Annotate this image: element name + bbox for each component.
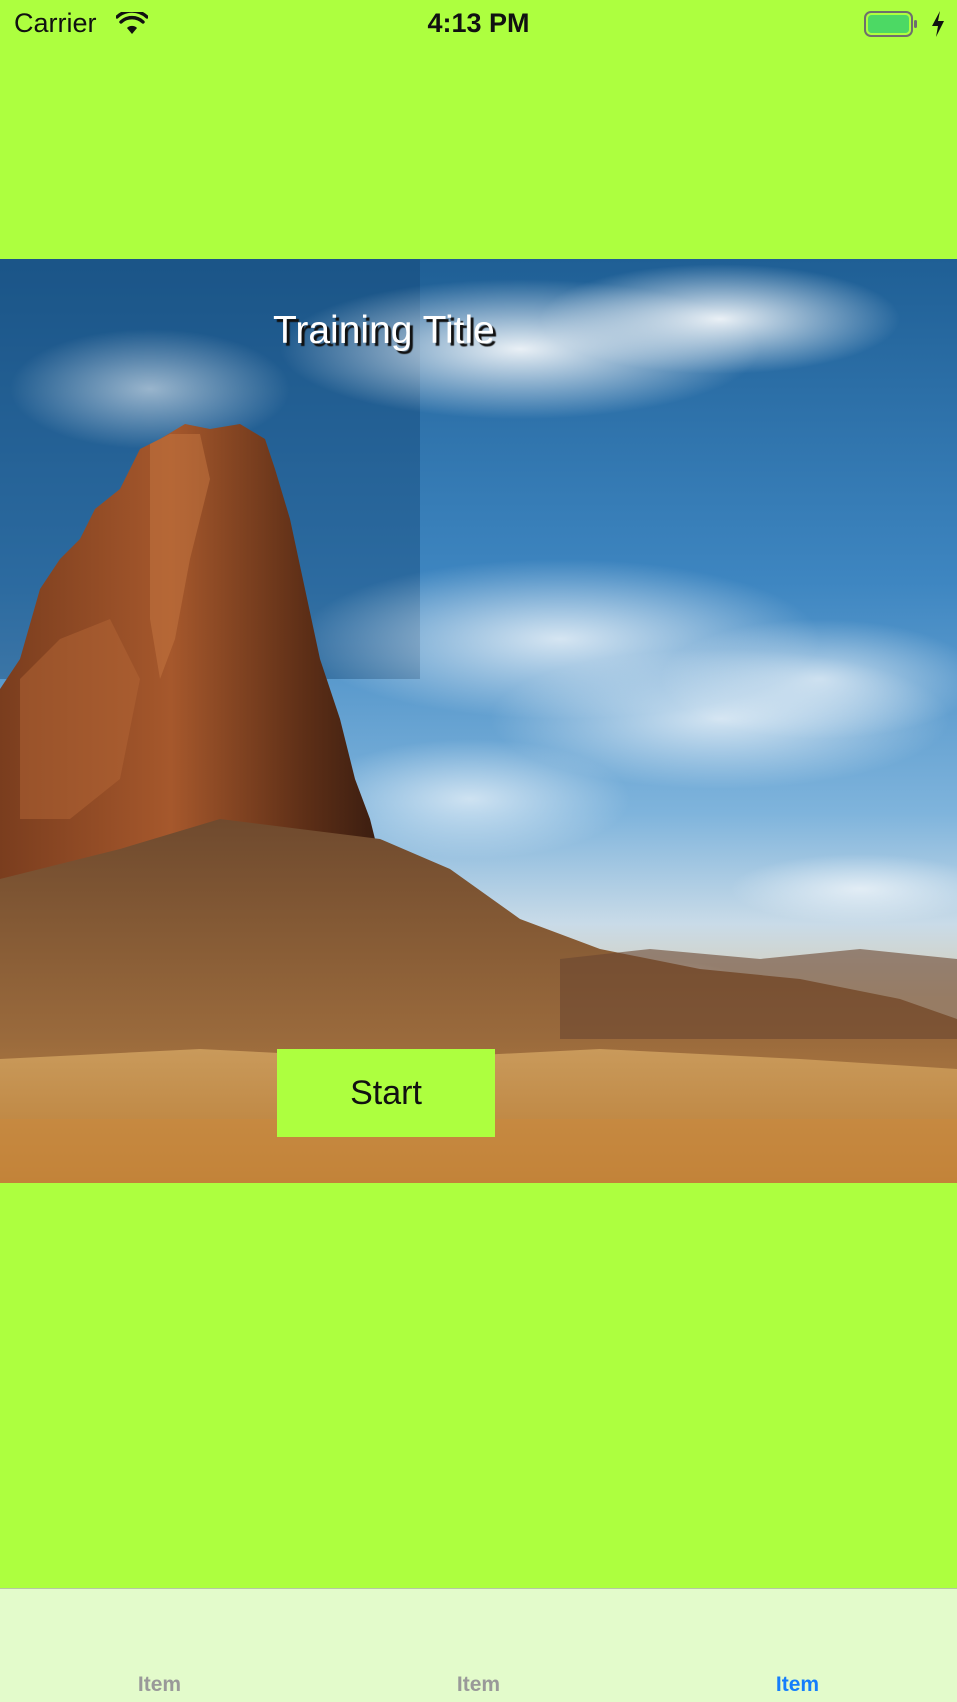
start-button[interactable]: Start <box>277 1049 495 1137</box>
hero-image: Training Title Start <box>0 259 957 1183</box>
training-title: Training Title <box>273 309 495 352</box>
tab-item-2[interactable]: Item <box>319 1589 638 1702</box>
tab-bar: Item Item Item <box>0 1588 957 1702</box>
status-bar: Carrier 4:13 PM <box>0 0 957 48</box>
battery-charging-icon <box>864 11 917 37</box>
tab-item-1-label: Item <box>137 1673 182 1696</box>
tab-item-3[interactable]: Item <box>638 1589 957 1702</box>
tab-item-2-label: Item <box>456 1673 501 1696</box>
tab-item-3-label: Item <box>775 1673 820 1696</box>
clock: 4:13 PM <box>427 8 530 38</box>
tab-item-1[interactable]: Item <box>0 1589 319 1702</box>
landscape-illustration <box>0 259 957 1183</box>
charging-bolt-icon <box>932 11 944 37</box>
